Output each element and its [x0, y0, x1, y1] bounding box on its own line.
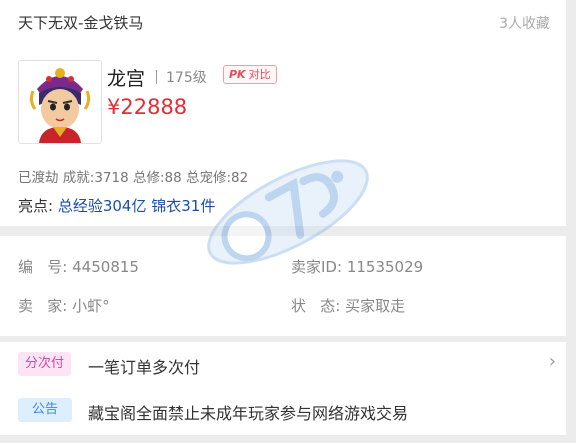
seller-id-label: 卖家ID: [291, 258, 343, 276]
compare-button[interactable]: PK 对比 [223, 65, 277, 84]
status-label: 状 态: [291, 297, 341, 315]
seller: 卖 家: 小虾° [18, 295, 110, 316]
role-level: 175级 [166, 70, 207, 86]
listing-card: 天下无双-金戈铁马 3人收藏 龙宫 175级 PK 对比 ¥22888 已渡劫 … [0, 0, 566, 226]
seller-value: 小虾° [72, 297, 110, 315]
installment-badge: 分次付 [18, 352, 72, 376]
listing-id-value: 4450815 [72, 258, 139, 276]
role-stats: 已渡劫 成就:3718 总修:88 总宠修:82 [18, 170, 249, 186]
character-avatar[interactable] [18, 60, 102, 144]
highlight-label: 亮点: [18, 197, 54, 215]
seller-label: 卖 家: [18, 297, 68, 315]
installment-row[interactable]: 分次付 一笔订单多次付 › [18, 348, 558, 380]
highlight-line: 亮点: 总经验304亿 锦衣31件 [18, 195, 215, 216]
chevron-right-icon[interactable]: › [549, 351, 556, 372]
role-name: 龙宫 [107, 68, 146, 90]
notice-row[interactable]: 公告 藏宝阁全面禁止未成年玩家参与网络游戏交易 [18, 394, 558, 426]
price: ¥22888 [107, 95, 188, 119]
status: 状 态: 买家取走 [291, 295, 405, 316]
pk-icon: PK [229, 68, 246, 81]
trade-info-card: 编 号: 4450815 卖家ID: 11535029 卖 家: 小虾° 状 态… [0, 236, 566, 336]
seller-id-value: 11535029 [346, 258, 424, 276]
notice-badge: 公告 [18, 398, 73, 422]
promo-card: 分次付 一笔订单多次付 › 公告 藏宝阁全面禁止未成年玩家参与网络游戏交易 [0, 342, 566, 435]
listing-id: 编 号: 4450815 [18, 256, 139, 277]
server-name: 天下无双-金戈铁马 [18, 14, 144, 32]
installment-text: 一笔订单多次付 [88, 358, 201, 377]
status-value: 买家取走 [345, 297, 406, 315]
compare-label: 对比 [248, 68, 271, 81]
seller-id: 卖家ID: 11535029 [291, 256, 423, 277]
favorites-count[interactable]: 3人收藏 [499, 13, 550, 33]
highlight-value: 总经验304亿 锦衣31件 [57, 197, 216, 215]
character-portrait-icon [29, 68, 91, 143]
listing-id-label: 编 号: [18, 258, 68, 276]
level-divider [156, 70, 157, 84]
notice-text: 藏宝阁全面禁止未成年玩家参与网络游戏交易 [88, 404, 409, 423]
